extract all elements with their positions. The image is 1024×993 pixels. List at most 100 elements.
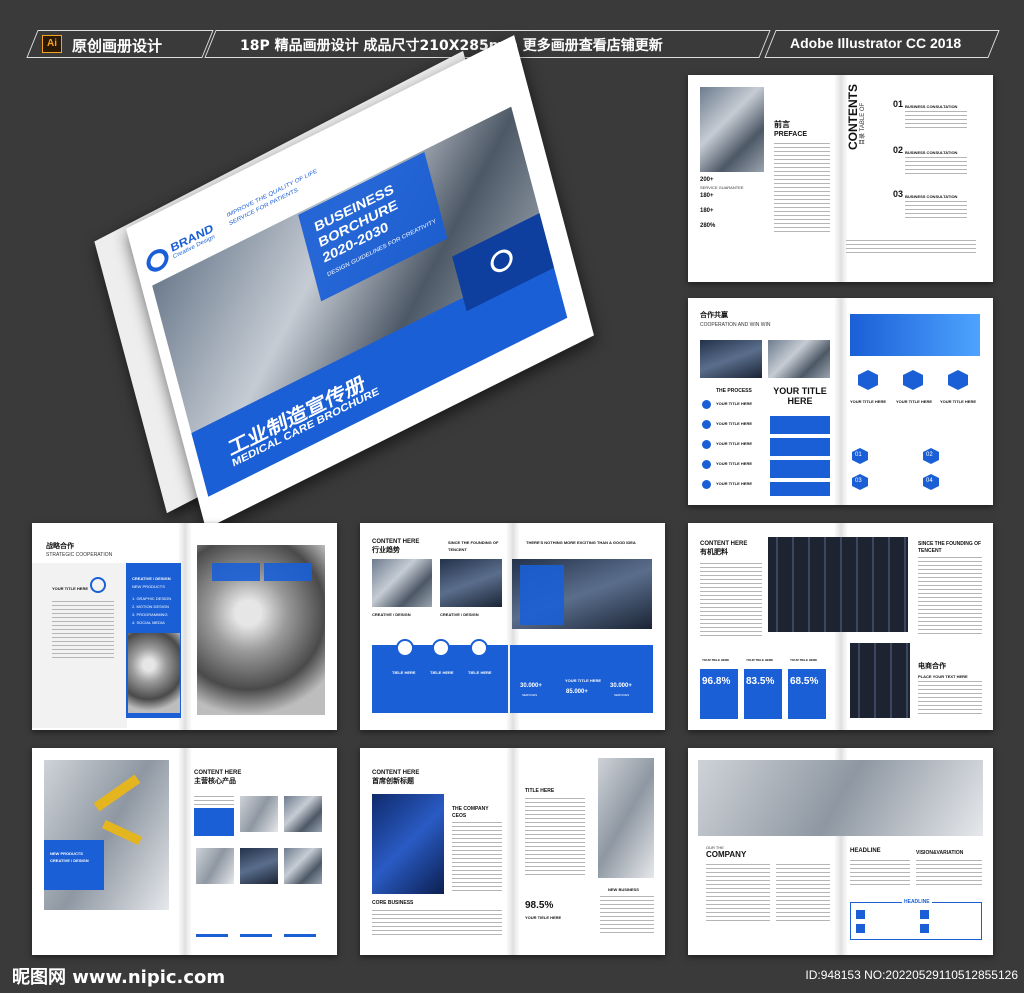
spread-company-vision: OUR THE COMPANY HEADLINE VISION&VARIATIO… — [688, 748, 993, 955]
trend-creative-1: CREATIVE / DESIGN — [372, 612, 411, 617]
stat-pct-1: 96.8% — [702, 676, 731, 687]
image-id-watermark: ID:948153 NO:20220529110512855126 — [805, 968, 1018, 982]
coop-blue-bar-4 — [770, 482, 830, 496]
innovation-pct: 98.5% — [525, 900, 554, 911]
coop-header-en: COOPERATION AND WIN WIN — [700, 322, 771, 328]
strategic-your-title: YOUR TITLE HERE — [52, 586, 89, 591]
vision-variation: VISION&VARIATION — [916, 850, 964, 856]
process-dot-icon — [702, 480, 711, 489]
trend-photo-1 — [372, 559, 432, 607]
trend-stat-2: 85.000+ — [566, 689, 588, 695]
trend-content-here: CONTENT HERE — [372, 539, 420, 545]
contents-footer-text — [846, 240, 976, 254]
stat-2: 180+ — [700, 193, 714, 199]
spread-core-products: NEW PRODUCTS CREATIVE / DESIGN CONTENT H… — [32, 748, 337, 955]
stat-card-title-2: YOUR TIELE HERE — [746, 658, 774, 662]
stat-card-title-1: YOUR TIELE HERE — [702, 658, 730, 662]
process-dot-icon — [702, 400, 711, 409]
stats-place-paragraph — [918, 681, 982, 717]
strategic-header-cn: 战略合作 — [46, 542, 74, 550]
toc-item-2[interactable]: 02 BUSINESS CONSULTATION — [893, 146, 983, 187]
process-item-title: YOUR TITLE HERE — [716, 441, 753, 446]
preface-paragraph — [774, 143, 830, 233]
toc-item-3[interactable]: 03 BUSINESS CONSULTATION — [893, 190, 983, 231]
strategic-list-1: 1. GRAPHIC DESIGN — [132, 596, 172, 601]
trend-nothing: THERE'S NOTHING MORE EXCITING THAN A GOO… — [526, 540, 636, 545]
stat-3: 180+ — [700, 208, 714, 214]
vision-icon-3 — [920, 910, 929, 919]
trend-title-1: TIELE HERE — [392, 670, 416, 675]
products-blue-card — [194, 808, 234, 836]
stats-server-photo-2 — [850, 643, 910, 718]
preface-cn: 前言 — [774, 120, 790, 129]
trend-services-3: SERVICES — [614, 693, 630, 697]
trend-title-3: TIELE HERE — [468, 670, 492, 675]
trend-services-1: SERVICES — [522, 693, 538, 697]
strategic-box-title: CREATIVE / DESIGN — [132, 576, 171, 581]
trend-stat-title: YOUR TITLE HERE — [565, 678, 602, 683]
stat-pct-2: 83.5% — [746, 676, 775, 687]
product-photo-2 — [284, 796, 322, 832]
trend-cn: 行业趋势 — [372, 546, 400, 554]
num-1: 01 — [855, 452, 862, 458]
strategic-header-en: STRATEGIC COOPERATION — [46, 552, 113, 558]
hex-icon-1 — [858, 370, 878, 390]
preface-en: PREFACE — [774, 131, 808, 138]
stat-1: 200+ — [700, 177, 714, 183]
strategic-photo-caption-1 — [212, 563, 260, 581]
trend-creative-2: CREATIVE / DESIGN — [440, 612, 479, 617]
stats-place: PLACE YOUR TEXT HERE — [918, 674, 968, 679]
spread-statistics: CONTENT HERE 有机肥料 SINCE THE FOUNDING OF … — [688, 523, 993, 730]
stat-pct-3: 68.5% — [790, 676, 819, 687]
innovation-new-business: NEW BUSINESS — [608, 887, 639, 892]
process-title: THE PROCESS — [716, 388, 752, 394]
innovation-core: CORE BUSINESS — [372, 900, 414, 906]
brand-logo-icon — [144, 244, 171, 276]
product-bar-3 — [284, 934, 316, 937]
stat-label-1: SERVICE GUARANTEE — [700, 185, 744, 190]
spread-cooperation: 合作共赢 COOPERATION AND WIN WIN THE PROCESS… — [688, 298, 993, 505]
product-photo-1 — [240, 796, 278, 832]
stats-content-here: CONTENT HERE — [700, 541, 748, 547]
innovation-title-paragraph — [525, 798, 585, 878]
illustrator-logo-icon: Ai — [42, 35, 62, 53]
banner-label-original: 原创画册设计 — [72, 37, 163, 55]
spread-strategic: 战略合作 STRATEGIC COOPERATION YOUR TITLE HE… — [32, 523, 337, 730]
product-photo-5 — [284, 848, 322, 884]
coop-blue-banner — [850, 314, 980, 356]
vision-icon-2 — [856, 924, 865, 933]
vision-headline: HEADLINE — [850, 848, 881, 854]
vision-company-paragraph-2 — [776, 864, 830, 924]
num-2: 02 — [926, 452, 933, 458]
product-photo-4 — [240, 848, 278, 884]
spread-fold — [834, 298, 848, 505]
spread-preface-contents: 前言 PREFACE 200+ SERVICE GUARANTEE 180+ 1… — [688, 75, 993, 282]
innovation-core-paragraph — [372, 910, 502, 936]
stats-paragraph — [700, 563, 762, 638]
spread-industry-trend: CONTENT HERE 行业趋势 SINCE THE FOUNDING OF … — [360, 523, 665, 730]
innovation-cn: 首席创新标题 — [372, 777, 414, 785]
coop-blue-bar-1 — [770, 416, 830, 434]
num-3: 03 — [855, 478, 862, 484]
stats-cn: 有机肥料 — [700, 548, 728, 556]
banner-label-spec: 18P 精品画册设计 成品尺寸210X285mm 更多画册查看店铺更新 — [240, 38, 663, 54]
products-blue-box — [44, 840, 104, 890]
vision-paragraph — [850, 860, 910, 886]
stats-since: SINCE THE FOUNDING OF TENCENT — [918, 541, 982, 554]
toc-item-1[interactable]: 01 BUSINESS CONSULTATION — [893, 100, 983, 141]
coop-header-cn: 合作共赢 — [700, 311, 728, 319]
hex-title-2: YOUR TITLE HERE — [896, 399, 933, 404]
trend-photo-box — [520, 565, 564, 625]
products-creative: CREATIVE / DESIGN — [50, 858, 89, 863]
process-dot-icon — [702, 420, 711, 429]
products-cn: 主营核心产品 — [194, 777, 236, 785]
toc-title-2: BUSINESS CONSULTATION — [905, 150, 958, 155]
vision-headline-box — [850, 902, 982, 940]
cover-stack: BRAND Creative Design IMPROVE THE QUALIT… — [94, 35, 615, 529]
innovation-company-paragraph — [452, 822, 502, 892]
num-4: 04 — [926, 478, 933, 484]
strategic-list-4: 4. SOCIAL MEDIA — [132, 620, 165, 625]
contents-subtitle: 目录 TABLE OF — [860, 102, 866, 145]
spread-fold — [178, 748, 192, 955]
toc-desc-3 — [905, 201, 967, 221]
